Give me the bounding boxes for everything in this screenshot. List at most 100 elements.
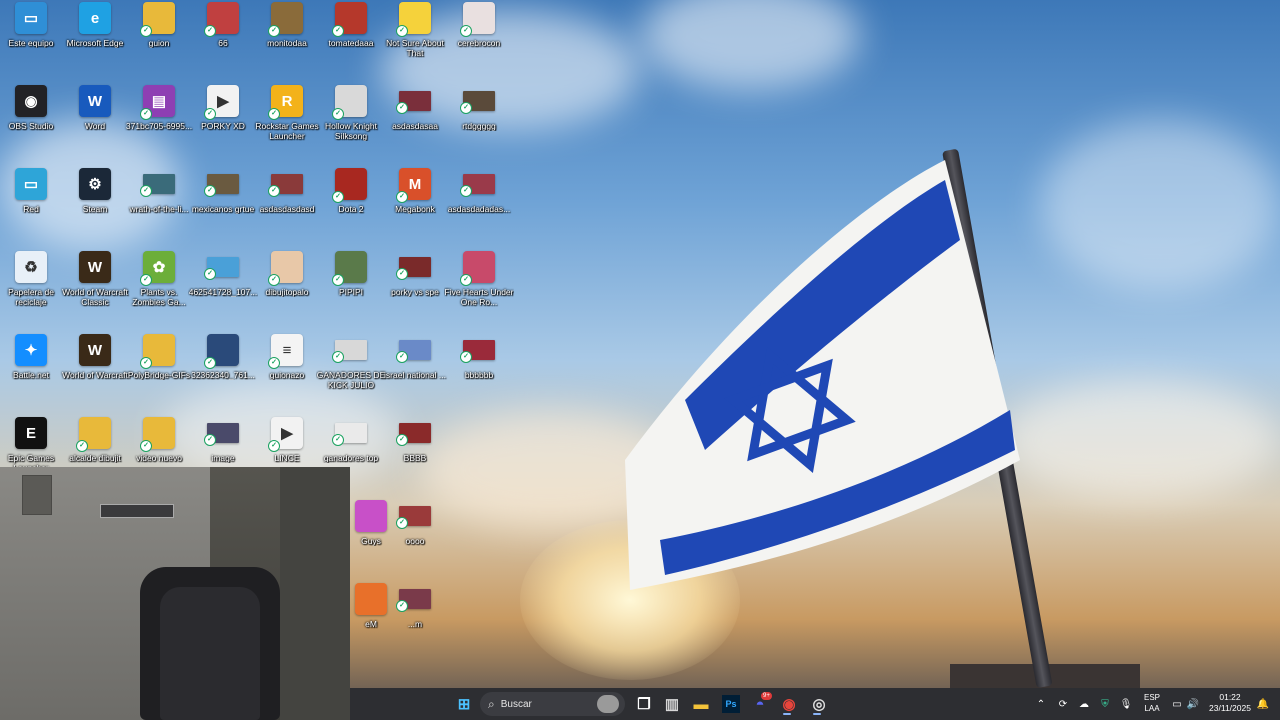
desktop-icon[interactable]: M ✓ Megabonk (384, 168, 446, 248)
desktop-icon[interactable]: ✓ asdasdasaa (384, 85, 446, 165)
desktop-icon[interactable]: e Microsoft Edge (64, 2, 126, 82)
security-shield-icon[interactable]: ⛨ (1098, 688, 1112, 720)
desktop-icon[interactable]: ▤ ✓ 371bc705-6995... (126, 85, 192, 165)
desktop-icon[interactable]: ✓ Not Sure About That (384, 2, 446, 82)
desktop-icon-label: Steam (82, 204, 108, 214)
show-hidden-icons-chevron-icon[interactable]: ⌃ (1034, 688, 1048, 720)
sync-status-check-icon: ✓ (396, 25, 408, 37)
desktop-icon-label: 66 (218, 38, 228, 48)
volume-icon[interactable]: 🔊 (1186, 688, 1200, 720)
photoshop-app[interactable]: Ps (722, 695, 740, 713)
sync-status-check-icon: ✓ (204, 434, 216, 446)
sync-status-check-icon: ✓ (396, 268, 408, 280)
desktop-icon[interactable]: ✓ israel national ... (384, 334, 446, 414)
desktop-icon-label: wrath-of-the-li... (129, 204, 189, 214)
desktop-icon[interactable]: ✿ ✓ Plants vs. Zombies Ga... (128, 251, 190, 331)
desktop-icon-label: GANADORES DE KICK JULIO (316, 370, 386, 390)
desktop-icon-label: Plants vs. Zombies Ga... (132, 287, 186, 307)
desktop-icon[interactable]: ✓ BBBB (384, 417, 446, 497)
desktop-icon-label: tomatedaaa (328, 38, 374, 48)
desktop-icon[interactable]: ✓ 66 (192, 2, 254, 82)
search-box[interactable]: ⌕ Buscar (480, 692, 625, 716)
sync-status-check-icon: ✓ (460, 274, 472, 286)
desktop-icon[interactable]: ✓ mexicanos grtue (192, 168, 254, 248)
desktop-icon[interactable]: ✓ porky vs spe (384, 251, 446, 331)
notification-bell-icon[interactable]: 🔔 (1256, 688, 1270, 720)
onedrive-cloud-icon[interactable]: ☁ (1077, 688, 1091, 720)
desktop-icon[interactable]: ⚙ Steam (64, 168, 126, 248)
network-icon[interactable]: ▭ (1170, 688, 1184, 720)
word-doc-icon: ≡ ✓ (268, 334, 303, 369)
file-explorer-app[interactable]: ▬ (689, 692, 713, 716)
desktop-icon[interactable]: ✓ ...m (384, 583, 446, 663)
desktop-icon[interactable]: W World of Warcraft (62, 334, 128, 414)
desktop-icon-label: alcalde dibujit (69, 453, 121, 463)
sync-status-check-icon: ✓ (268, 185, 280, 197)
folder-icon: ✓ (140, 2, 175, 37)
sync-status-check-icon: ✓ (332, 274, 344, 286)
desktop-icon[interactable]: ✓ dibujitopalo (256, 251, 318, 331)
notepad-app[interactable]: ▥ (660, 692, 684, 716)
computer-icon: ▭ (15, 2, 47, 34)
desktop-icon[interactable]: ✓ asdasdasdasd (256, 168, 318, 248)
steam-icon: ⚙ (79, 168, 111, 200)
desktop-icon[interactable]: ✓ Hollow Knight Silksong (320, 85, 382, 165)
desktop-icon[interactable]: ✓ bbbbbb (448, 334, 510, 414)
sync-status-check-icon: ✓ (332, 108, 344, 120)
image-thumbnail-icon: ✓ (204, 334, 239, 369)
desktop-icon[interactable]: ▭ Red (0, 168, 62, 248)
sync-status-check-icon: ✓ (396, 351, 408, 363)
desktop-icon[interactable]: ▶ ✓ PORKY XD (192, 85, 254, 165)
desktop-icon[interactable]: ≡ ✓ guionazo (256, 334, 318, 414)
desktop-icon[interactable]: W Word (64, 85, 126, 165)
video-thumbnail-icon: ✓ (396, 506, 431, 529)
desktop-icon[interactable]: ✓ Five Hearts Under One Ro... (445, 251, 513, 331)
desktop-icon[interactable]: ▭ Este equipo (0, 2, 62, 82)
sync-status-check-icon: ✓ (268, 25, 280, 37)
sync-status-check-icon: ✓ (332, 351, 344, 363)
sync-status-check-icon: ✓ (140, 185, 152, 197)
flag-image (625, 160, 1020, 590)
desktop-icon[interactable]: ✓ PolyBridge-GIFs (128, 334, 190, 414)
desktop-icon[interactable]: W World of Warcraft Classic (62, 251, 128, 331)
desktop-icon[interactable]: ✓ tomatedaaa (320, 2, 382, 82)
desktop-icon[interactable]: ✓ oooo (384, 500, 446, 580)
sync-status-check-icon: ✓ (140, 357, 152, 369)
desktop-icon-label: Battle.net (13, 370, 49, 380)
desktop-icon[interactable]: ✓ asdasdadadas... (448, 168, 510, 248)
sync-icon[interactable]: ⟳ (1056, 688, 1070, 720)
system-clock[interactable]: 01:22 23/11/2025 (1205, 692, 1255, 714)
sync-status-check-icon: ✓ (204, 185, 216, 197)
desktop-icon-label: OBS Studio (8, 121, 54, 131)
desktop-icon[interactable]: ✓ monitodaa (256, 2, 318, 82)
desktop-icon[interactable]: R ✓ Rockstar Games Launcher (255, 85, 319, 165)
desktop-icon[interactable]: ✦ Battle.net (0, 334, 62, 414)
desktop-icon[interactable]: ✓ guion (128, 2, 190, 82)
desktop-icon[interactable]: ✓ GANADORES DE KICK JULIO (317, 334, 385, 414)
start-button[interactable]: ⊞ (452, 692, 476, 716)
image-thumbnail-icon: ✓ (332, 2, 367, 37)
desktop-icon[interactable]: ✓ PIPIPI (320, 251, 382, 331)
microphone-icon[interactable]: 🎙 (1119, 688, 1133, 720)
language-indicator[interactable]: ESP LAA (1140, 692, 1164, 714)
desktop-icon-label: Papelera de reciclaje (8, 287, 54, 307)
desktop-icon[interactable]: ✓ 462541728_107... (189, 251, 257, 331)
desktop-icon[interactable]: ✓ wrath-of-the-li... (128, 168, 190, 248)
desktop-icon[interactable]: ✓ Dota 2 (320, 168, 382, 248)
desktop-icon-label: BBBB (403, 453, 427, 463)
desktop-icon-label: asdasdadadas... (447, 204, 511, 214)
desktop-icon[interactable]: ✓ 32362340_761... (191, 334, 255, 414)
folder-icon: ✓ (76, 417, 111, 452)
sync-status-check-icon: ✓ (76, 440, 88, 452)
search-highlight-icon (597, 695, 619, 713)
desktop-icon[interactable]: ◉ OBS Studio (0, 85, 62, 165)
desktop-icon-label: guion (148, 38, 170, 48)
desktop-icon[interactable]: ✓ rtdggggg (448, 85, 510, 165)
image-thumbnail-icon: ✓ (204, 423, 239, 446)
task-view-button[interactable]: ❐ (632, 692, 656, 716)
sync-status-check-icon: ✓ (396, 600, 408, 612)
desktop-icon[interactable]: ♻ Papelera de reciclaje (0, 251, 62, 331)
image-thumbnail-icon: ✓ (332, 340, 367, 363)
network-icon: ▭ (15, 168, 47, 200)
desktop-icon[interactable]: ✓ cerebrocon (448, 2, 510, 82)
